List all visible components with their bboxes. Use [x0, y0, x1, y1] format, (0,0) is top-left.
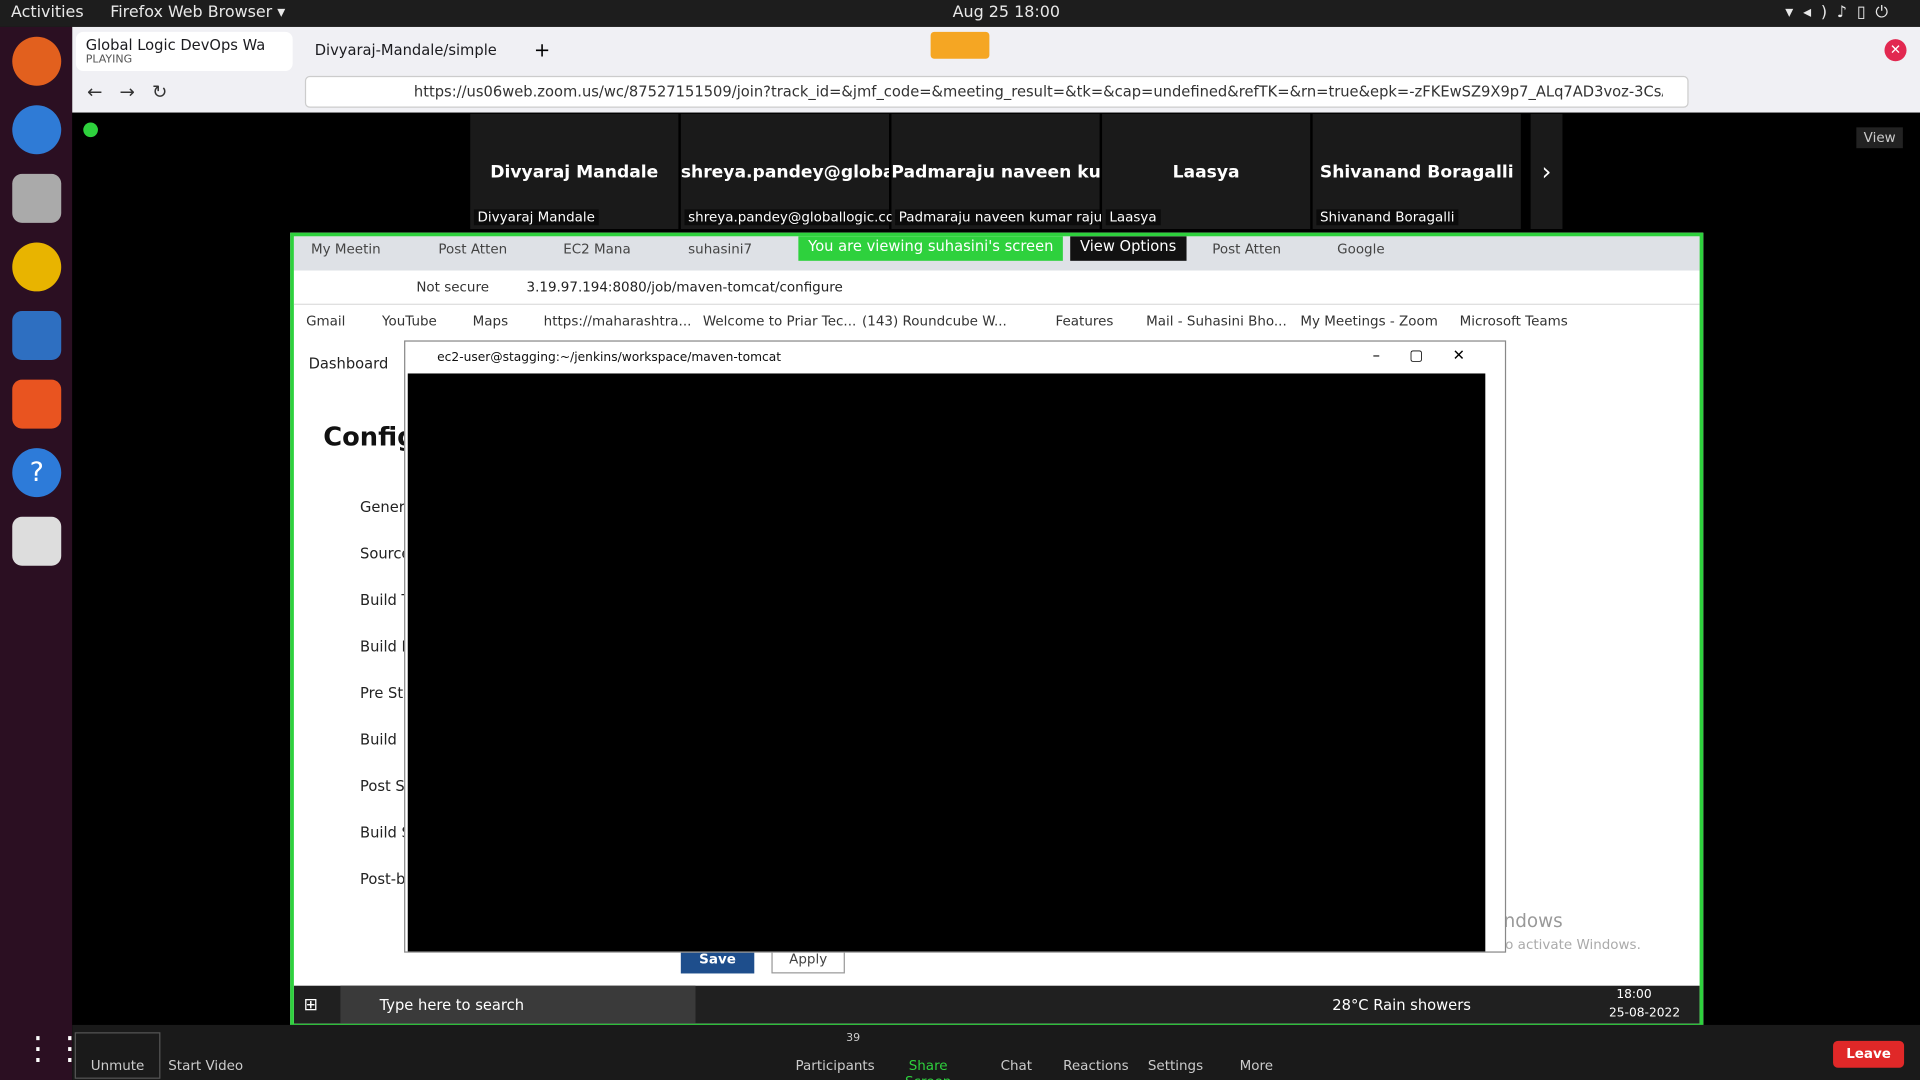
writer-icon[interactable] [12, 311, 62, 361]
gnome-top-bar: Activities Firefox Web Browser ▾ Aug 25 … [0, 0, 1920, 27]
sidebar-item[interactable]: Post St [360, 778, 411, 795]
close-window-icon[interactable]: ✕ [1884, 39, 1907, 62]
bookmark[interactable]: Microsoft Teams [1460, 313, 1568, 329]
firefox-icon[interactable] [12, 36, 62, 86]
bookmark[interactable]: Mail - Suhasini Bho... [1146, 313, 1287, 329]
tab-title: Global Logic DevOps Wa [85, 36, 266, 54]
terminal-title: ec2-user@stagging:~/jenkins/workspace/ma… [437, 351, 782, 365]
tab[interactable]: My Meetin [311, 241, 424, 268]
chat-button[interactable]: Chat [973, 1032, 1059, 1074]
terminal-window-controls[interactable]: –▢✕ [1373, 347, 1495, 364]
reactions-button[interactable]: Reactions [1053, 1032, 1139, 1074]
viewing-banner: You are viewing suhasini's screen [798, 236, 1064, 261]
tab[interactable]: EC2 Mana [563, 241, 676, 268]
participants-button[interactable]: Participants 39 [792, 1032, 878, 1074]
zoom-toolbar: Unmute Start Video Participants 39 Share … [72, 1024, 1920, 1080]
windows-taskbar: ⊞ Type here to search 28°C Rain showers … [293, 985, 1700, 1024]
more-button[interactable]: More [1213, 1032, 1299, 1074]
participant-tile[interactable]: Laasya Laasya [1102, 113, 1311, 229]
sidebar-item[interactable]: Source [360, 545, 410, 562]
terminal-output[interactable]: ├── Dockerfile ├── pom.xml ├── README.md… [407, 373, 1486, 952]
not-secure-label[interactable]: Not secure [416, 279, 489, 295]
breadcrumb[interactable]: Dashboard [309, 355, 389, 372]
tab[interactable]: suhasini7 [688, 241, 801, 268]
participant-tile[interactable]: Divyaraj Mandale Divyaraj Mandale [470, 113, 679, 229]
tab-zoom[interactable]: Global Logic DevOps Wa PLAYING [75, 31, 293, 72]
tab-playing: PLAYING [85, 53, 133, 67]
sidebar-item[interactable]: Build [360, 731, 397, 748]
url-bar[interactable]: https://us06web.zoom.us/wc/87527151509/j… [304, 75, 1689, 108]
sidebar-item[interactable]: Build T [360, 591, 411, 608]
view-button[interactable]: View [1856, 127, 1903, 149]
tab[interactable]: Post Atten [438, 241, 551, 268]
bookmark[interactable]: My Meetings - Zoom [1300, 313, 1437, 329]
unmute-button[interactable]: Unmute [74, 1032, 161, 1079]
files-icon[interactable] [12, 173, 62, 223]
bookmark[interactable]: (143) Roundcube W... [862, 313, 1007, 329]
app-menu[interactable]: Firefox Web Browser ▾ [110, 4, 285, 22]
start-video-button[interactable]: Start Video [163, 1032, 249, 1074]
tab[interactable]: Post Atten [1212, 241, 1325, 268]
ubuntu-dock: ? ⋮⋮⋮ [0, 26, 118, 1080]
bookmark[interactable]: YouTube [382, 313, 437, 329]
taskbar-date: 25-08-2022 [1608, 1006, 1681, 1021]
system-tray-icons[interactable]: ▾◂)♪▯⏻ [1785, 4, 1897, 22]
bookmark[interactable]: Gmail [306, 313, 345, 329]
participant-tile[interactable]: Padmaraju naveen ku... Padmaraju naveen k… [891, 113, 1106, 229]
view-options-button[interactable]: View Options [1070, 236, 1187, 261]
search-box[interactable]: Type here to search [340, 985, 696, 1024]
next-page-icon[interactable]: › [1530, 113, 1563, 229]
url-text: https://us06web.zoom.us/wc/87527151509/j… [413, 83, 1663, 101]
weather: 28°C Rain showers [1332, 996, 1471, 1014]
participant-tile[interactable]: shreya.pandey@global...shreya.pandey@glo… [680, 113, 911, 229]
address-text[interactable]: 3.19.97.194:8080/job/maven-tomcat/config… [527, 279, 843, 295]
bookmark[interactable]: https://maharashtra... [544, 313, 692, 329]
terminal-tree-text: ├── Dockerfile ├── pom.xml ├── README.md… [407, 373, 830, 815]
bookmark[interactable]: Maps [473, 313, 508, 329]
settings-button[interactable]: Settings [1133, 1032, 1219, 1074]
help-icon[interactable]: ? [12, 448, 62, 498]
clock[interactable]: Aug 25 18:00 [953, 4, 1060, 22]
nav-buttons[interactable]: ←→↻ [87, 81, 185, 103]
participant-tile[interactable]: Shivanand Boragalli Shivanand Boragalli [1312, 113, 1521, 229]
shared-screen: My Meetin Post Atten EC2 Mana suhasini7 … [290, 232, 1704, 1028]
bookmark[interactable]: Features [1056, 313, 1114, 329]
security-shield-icon[interactable] [83, 122, 98, 138]
sharing-indicator[interactable] [930, 31, 990, 59]
taskbar-time: 18:00 [1616, 988, 1652, 1002]
rhythmbox-icon[interactable] [12, 242, 62, 292]
software-icon[interactable] [12, 379, 62, 429]
new-tab-button[interactable]: + [534, 38, 550, 61]
terminal-window[interactable]: ec2-user@stagging:~/jenkins/workspace/ma… [404, 340, 1507, 953]
tab-github[interactable]: Divyaraj-Mandale/simple [305, 32, 525, 71]
start-icon[interactable]: ⊞ [304, 996, 318, 1016]
firefox-chrome: Global Logic DevOps Wa PLAYING Divyaraj-… [72, 26, 1920, 113]
leave-button[interactable]: Leave [1833, 1040, 1905, 1068]
page-title: Config [323, 422, 416, 452]
share-screen-button[interactable]: Share Screen [885, 1032, 971, 1080]
activities-button[interactable]: Activities [11, 4, 84, 22]
thunderbird-icon[interactable] [12, 105, 62, 155]
search-icon[interactable] [12, 516, 62, 566]
bookmark[interactable]: Welcome to Priar Tec... [703, 313, 856, 329]
tab[interactable]: Google [1337, 241, 1450, 268]
